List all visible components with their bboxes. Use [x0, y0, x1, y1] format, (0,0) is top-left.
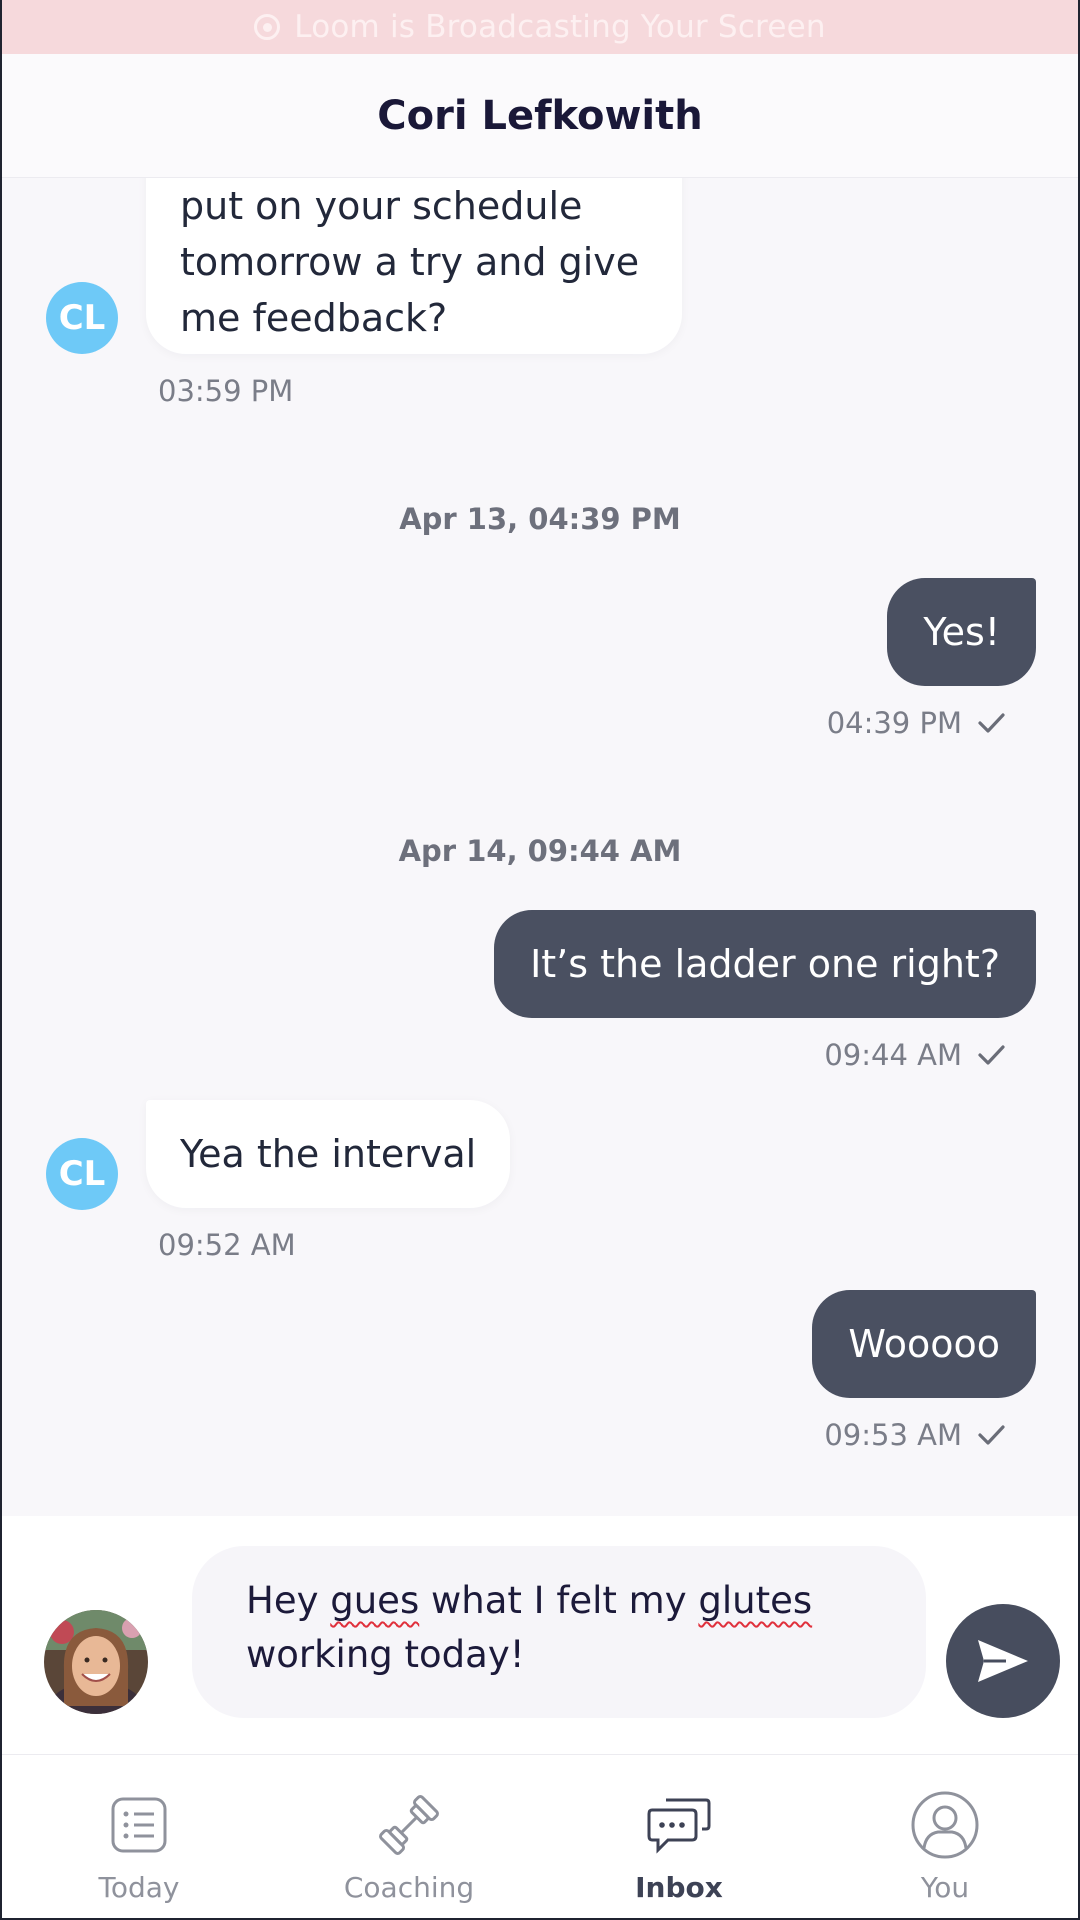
tab-label: You [920, 1871, 970, 1904]
tab-coaching[interactable]: Coaching [274, 1755, 544, 1919]
message-line: tomorrow a try and give [180, 240, 640, 284]
message-input[interactable]: Hey gues what I felt my glutes working t… [192, 1546, 926, 1718]
input-text: what I felt my [419, 1579, 699, 1622]
message-time: 04:39 PM [826, 706, 962, 740]
chat-header: Cori Lefkowith [2, 54, 1078, 178]
user-icon [905, 1785, 985, 1865]
loom-broadcast-banner: Loom is Broadcasting Your Screen [2, 0, 1078, 54]
send-icon [978, 1640, 1028, 1682]
chat-icon [639, 1785, 719, 1865]
bottom-tab-bar: Today Coaching Inbox You [2, 1754, 1078, 1918]
misspelled-word: glutes [698, 1579, 813, 1622]
coach-avatar[interactable]: CL [46, 282, 118, 354]
tab-label: Coaching [343, 1871, 475, 1904]
send-button[interactable] [946, 1604, 1060, 1718]
misspelled-word: gues [330, 1579, 420, 1622]
message-time-row: 09:44 AM [824, 1038, 1006, 1072]
outgoing-message[interactable]: It’s the ladder one right? [494, 910, 1036, 1018]
incoming-message[interactable]: put on your schedule tomorrow a try and … [146, 178, 682, 354]
coach-avatar[interactable]: CL [46, 1138, 118, 1210]
tab-you[interactable]: You [810, 1755, 1080, 1919]
checkmark-icon [978, 1425, 1005, 1445]
contact-name: Cori Lefkowith [377, 92, 703, 139]
input-text: Hey [246, 1579, 331, 1622]
incoming-message[interactable]: Yea the interval [146, 1100, 511, 1208]
message-line: put on your schedule [180, 184, 583, 228]
checkmark-icon [978, 1045, 1005, 1065]
user-avatar[interactable] [44, 1610, 148, 1714]
message-time: 09:52 AM [158, 1228, 296, 1262]
message-composer: Hey gues what I felt my glutes working t… [2, 1516, 1078, 1754]
message-list[interactable]: CL put on your schedule tomorrow a try a… [2, 178, 1078, 1516]
date-separator: Apr 14, 09:44 AM [398, 834, 682, 868]
outgoing-message[interactable]: Yes! [887, 578, 1036, 686]
message-time-row: 09:53 AM [824, 1418, 1006, 1452]
message-time: 03:59 PM [158, 374, 294, 408]
list-icon [99, 1785, 179, 1865]
checkmark-icon [978, 713, 1005, 733]
tab-inbox[interactable]: Inbox [544, 1755, 814, 1919]
input-text: working today! [246, 1633, 525, 1676]
record-icon [254, 14, 281, 40]
tab-label: Inbox [635, 1871, 723, 1904]
message-time: 09:53 AM [824, 1418, 962, 1452]
tab-label: Today [98, 1871, 180, 1904]
dumbbell-icon [369, 1785, 449, 1865]
message-time: 09:44 AM [824, 1038, 962, 1072]
banner-text: Loom is Broadcasting Your Screen [294, 9, 826, 45]
date-separator: Apr 13, 04:39 PM [399, 502, 681, 536]
message-time-row: 04:39 PM [827, 706, 1006, 740]
tab-today[interactable]: Today [4, 1755, 274, 1919]
message-line: me feedback? [180, 296, 448, 340]
outgoing-message[interactable]: Wooooo [812, 1290, 1036, 1398]
